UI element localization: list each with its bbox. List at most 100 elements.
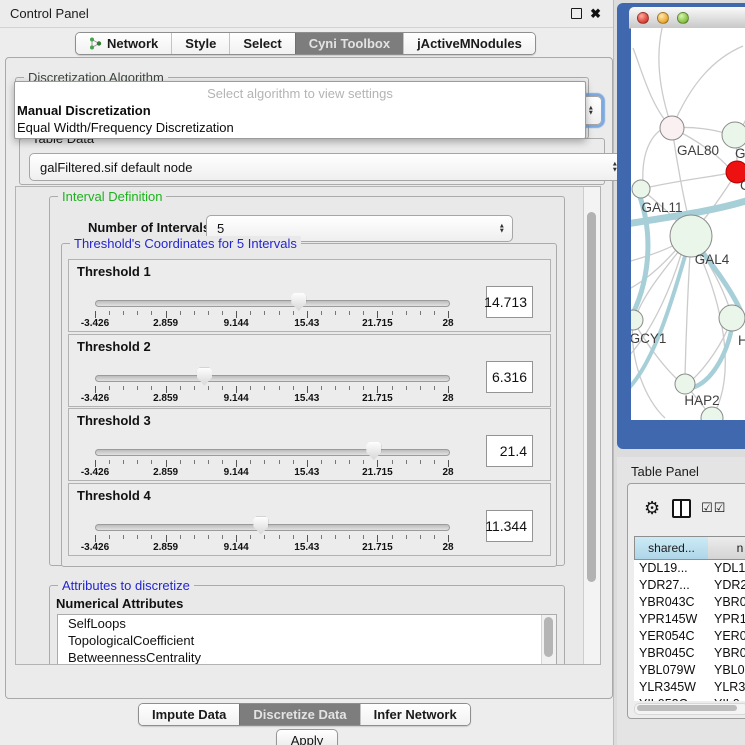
threshold-slider-track[interactable] [95, 524, 450, 531]
checkboxes-icon[interactable]: ☑☑ [701, 500, 726, 516]
table-row[interactable]: YDR27...YDR2 [634, 577, 745, 594]
threshold-slider-thumb[interactable] [291, 293, 306, 311]
table-row[interactable]: YBR045CYBR0 [634, 645, 745, 662]
tab-network[interactable]: Network [76, 33, 171, 54]
tab-infer-network[interactable]: Infer Network [360, 704, 470, 725]
table-data-combobox[interactable]: galFiltered.sif default node ▲▼ [29, 153, 626, 181]
attribute-list-item[interactable]: SelfLoops [58, 615, 556, 632]
tab-select[interactable]: Select [229, 33, 294, 54]
network-node[interactable] [660, 116, 684, 140]
table-row[interactable]: YIL052CYIL0 [634, 696, 745, 701]
minimize-traffic-light-icon[interactable] [657, 12, 669, 24]
close-icon[interactable]: ✖ [590, 7, 601, 20]
panel-vertical-scrollbar[interactable] [583, 187, 600, 664]
minor-tick [137, 311, 138, 315]
network-canvas[interactable]: GAL80GACGAL11GAL4GCY1HHAP2 [631, 28, 745, 420]
tab-style[interactable]: Style [171, 33, 229, 54]
cell-name: YER0 [709, 628, 745, 645]
network-node[interactable] [701, 407, 723, 420]
threshold-slider-thumb[interactable] [253, 517, 268, 535]
dropdown-option[interactable]: Manual Discretization [15, 102, 585, 119]
minor-tick [363, 460, 364, 464]
threshold-value-field[interactable]: 21.4 [486, 435, 533, 467]
network-window-titlebar[interactable] [629, 7, 745, 29]
table-horizontal-scrollbar[interactable] [634, 703, 745, 715]
major-tick [307, 535, 308, 542]
table-row[interactable]: YBR043CYBR0 [634, 594, 745, 611]
columns-icon[interactable] [672, 499, 691, 518]
tab-jactivemnodules[interactable]: jActiveMNodules [403, 33, 535, 54]
network-node[interactable] [631, 310, 643, 330]
apply-button[interactable]: Apply [276, 729, 338, 745]
network-edge[interactable] [641, 173, 729, 189]
threshold-slider-thumb[interactable] [366, 442, 381, 460]
table-row[interactable]: YLR345WYLR3 [634, 679, 745, 696]
threshold-slider-track[interactable] [95, 300, 450, 307]
dropdown-option[interactable]: Equal Width/Frequency Discretization [15, 119, 585, 136]
minor-tick [406, 535, 407, 539]
network-node[interactable] [670, 215, 712, 257]
numerical-attributes-list[interactable]: SelfLoopsTopologicalCoefficientBetweenne… [57, 614, 557, 665]
threshold-value-field[interactable]: 6.316 [486, 361, 533, 393]
network-edge[interactable] [633, 48, 672, 128]
cell-name: YDL1 [709, 560, 745, 577]
tab-label: Infer Network [374, 707, 457, 722]
scrollbar-thumb[interactable] [637, 705, 737, 711]
minor-tick [194, 386, 195, 390]
tab-cyni-toolbox[interactable]: Cyni Toolbox [295, 33, 403, 54]
tick-label: -3.426 [81, 542, 109, 553]
threshold-slider-track[interactable] [95, 375, 450, 382]
network-node[interactable] [632, 180, 650, 198]
table-row[interactable]: YER054CYER0 [634, 628, 745, 645]
minor-tick [180, 386, 181, 390]
network-edge[interactable] [672, 46, 743, 128]
network-node[interactable] [722, 122, 745, 148]
table-row[interactable]: YBL079WYBL0 [634, 662, 745, 679]
minor-tick [109, 535, 110, 539]
network-edge[interactable] [643, 129, 663, 183]
minor-tick [208, 386, 209, 390]
close-traffic-light-icon[interactable] [637, 12, 649, 24]
table-row[interactable]: YPR145WYPR1 [634, 611, 745, 628]
minor-tick [392, 535, 393, 539]
tab-impute-data[interactable]: Impute Data [139, 704, 239, 725]
minor-tick [420, 386, 421, 390]
threshold-value-field[interactable]: 11.344 [486, 510, 533, 542]
attribute-list-item[interactable]: TopologicalCoefficient [58, 632, 556, 649]
table-rows: YDL19...YDL1YDR27...YDR2YBR043CYBR0YPR14… [634, 560, 745, 701]
major-tick [307, 386, 308, 393]
gear-icon[interactable]: ⚙ [644, 499, 660, 517]
minor-tick [335, 311, 336, 315]
column-header-shared[interactable]: shared... [634, 536, 709, 560]
zoom-traffic-light-icon[interactable] [677, 12, 689, 24]
minor-tick [335, 386, 336, 390]
minor-tick [279, 460, 280, 464]
network-node[interactable] [719, 305, 745, 331]
minor-tick [123, 460, 124, 464]
network-node[interactable] [675, 374, 695, 394]
threshold-slider-thumb[interactable] [197, 368, 212, 386]
attributes-scrollbar[interactable] [541, 615, 556, 665]
cyni-bottom-tabbar: Impute Data Discretize Data Infer Network [138, 703, 471, 726]
network-view-window[interactable]: GAL80GACGAL11GAL4GCY1HHAP2 [617, 3, 745, 449]
minor-tick [264, 535, 265, 539]
threshold-value-field[interactable]: 14.713 [486, 286, 533, 318]
tick-label: 9.144 [224, 393, 249, 404]
minor-tick [123, 386, 124, 390]
tick-label: 21.715 [362, 467, 393, 478]
network-edge[interactable] [659, 28, 672, 128]
tab-label: Discretize Data [253, 707, 346, 722]
minor-tick [434, 535, 435, 539]
attribute-list-item[interactable]: BetweennessCentrality [58, 649, 556, 665]
float-window-icon[interactable] [571, 8, 582, 19]
scrollbar-thumb[interactable] [587, 212, 596, 582]
scrollbar-thumb[interactable] [544, 617, 553, 657]
tick-label: 9.144 [224, 467, 249, 478]
threshold-slider-track[interactable] [95, 449, 450, 456]
tab-discretize-data[interactable]: Discretize Data [239, 704, 359, 725]
major-tick [166, 535, 167, 542]
table-row[interactable]: YDL19...YDL1 [634, 560, 745, 577]
tick-label: 28 [442, 318, 453, 329]
tick-label: 9.144 [224, 318, 249, 329]
column-header-name[interactable]: n [708, 536, 745, 560]
